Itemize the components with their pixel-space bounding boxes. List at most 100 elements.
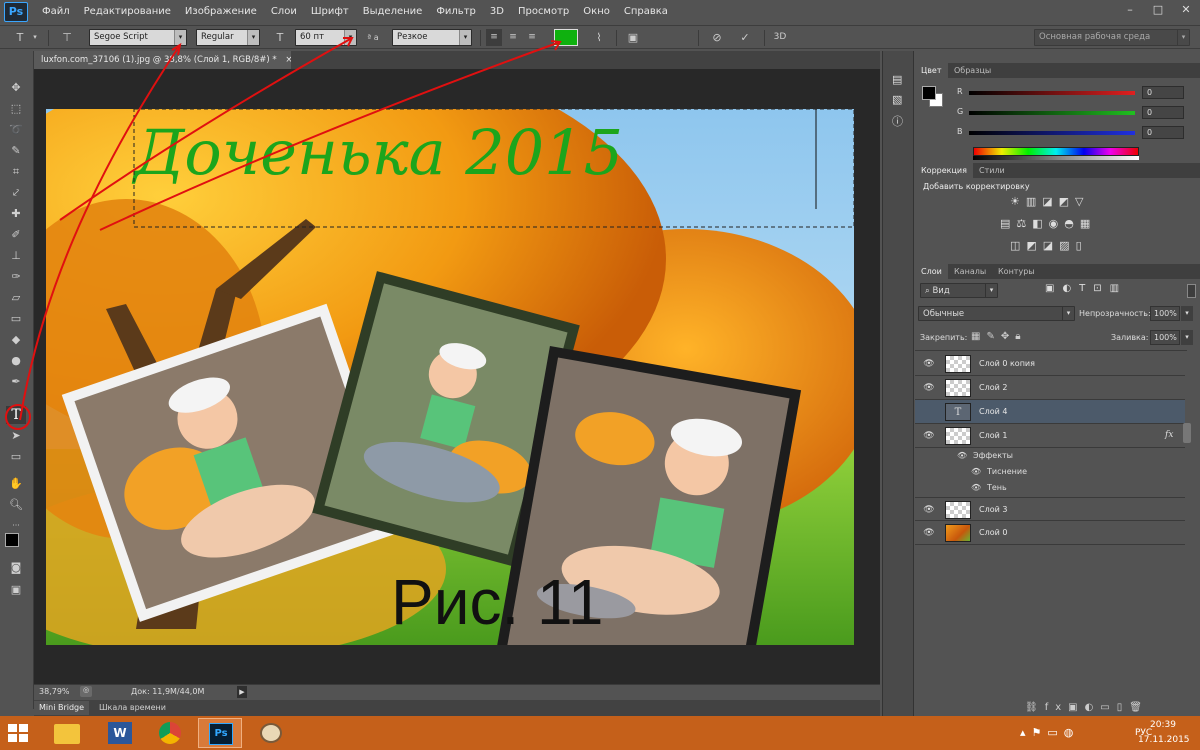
visibility-eye-icon[interactable]: 👁︎ xyxy=(923,504,935,516)
red-arrow-annotations xyxy=(19,37,562,421)
effect-row[interactable]: 👁︎ Тиснение xyxy=(915,465,1185,481)
fill-label: Заливка: xyxy=(1111,333,1149,342)
tab-mini-bridge[interactable]: Mini Bridge xyxy=(34,701,90,715)
tab-timeline[interactable]: Шкала времени xyxy=(94,701,171,715)
layer-row[interactable]: 👁︎ Слой 2 xyxy=(915,376,1185,400)
lock-icons[interactable]: ▦✎✥🔒︎ xyxy=(971,331,1027,342)
zoom-level[interactable]: 38,79% xyxy=(39,687,70,696)
layer-row[interactable]: 👁︎ Слой 1 fx xyxy=(915,424,1185,448)
opacity-chevron-icon[interactable]: ▾ xyxy=(1181,306,1193,321)
blend-mode-value: Обычные xyxy=(923,309,965,319)
taskbar-chrome[interactable] xyxy=(148,718,192,748)
g-value-field[interactable]: 0 xyxy=(1142,106,1184,119)
layer-name[interactable]: Слой 4 xyxy=(979,400,1007,424)
effect-eye-icon[interactable]: 👁︎ xyxy=(971,467,981,476)
fill-field[interactable]: 100% xyxy=(1150,330,1180,345)
folder-icon xyxy=(54,724,80,744)
layer-name[interactable]: Слой 0 копия xyxy=(979,352,1035,376)
canvas-area[interactable]: Доченька 2015 Рис. 11 xyxy=(19,37,880,684)
foreground-color-chip[interactable] xyxy=(922,86,936,100)
effect-eye-icon[interactable]: 👁︎ xyxy=(971,483,981,492)
taskbar-paint[interactable] xyxy=(248,718,292,748)
foreground-color-swatch[interactable] xyxy=(5,533,19,547)
layer-row[interactable]: 👁︎ Слой 3 xyxy=(915,497,1185,521)
layer-row[interactable]: 👁︎ Слой 0 копия xyxy=(915,352,1185,376)
status-options-icon[interactable]: ◎ xyxy=(80,686,92,697)
visibility-eye-icon[interactable]: 👁︎ xyxy=(923,382,935,394)
properties-panel-icon[interactable]: ▧ xyxy=(892,93,902,106)
minimize-button[interactable]: – xyxy=(1116,0,1144,18)
tab-adjustments[interactable]: Коррекция xyxy=(915,163,973,178)
quick-mask-icon[interactable]: ◙ xyxy=(6,559,26,577)
layers-scrollbar-thumb[interactable] xyxy=(1183,423,1191,443)
document-size: Док: 11,9M/44,0M xyxy=(131,687,205,696)
layer-row-selected[interactable]: T Слой 4 xyxy=(915,400,1185,424)
layer-action-icons[interactable]: ⛓fx▣◐▭▯🗑︎ xyxy=(1025,702,1149,713)
adjustment-icons-row-1[interactable]: ☀▥◪◩▽ xyxy=(1010,195,1090,208)
adjustments-heading: Добавить корректировку xyxy=(923,182,1030,191)
close-button[interactable]: ✕ xyxy=(1172,0,1200,18)
tray-icons[interactable]: ▴⚑▭◍ xyxy=(1020,726,1079,739)
word-icon: W xyxy=(108,722,132,744)
visibility-eye-icon[interactable]: 👁︎ xyxy=(923,527,935,539)
effects-label: Эффекты xyxy=(973,451,1013,460)
status-bar: 38,79% ◎ Док: 11,9M/44,0M ▶ xyxy=(34,684,880,699)
tab-channels[interactable]: Каналы xyxy=(948,264,992,279)
layer-name[interactable]: Слой 0 xyxy=(979,521,1007,545)
start-button[interactable] xyxy=(8,724,28,742)
tab-styles[interactable]: Стили xyxy=(973,163,1011,178)
taskbar-photoshop[interactable]: Ps xyxy=(198,718,242,748)
taskbar-explorer[interactable] xyxy=(44,718,88,748)
layer-name[interactable]: Слой 2 xyxy=(979,376,1007,400)
layers-panel-tabs: Слои Каналы Контуры xyxy=(915,264,1200,279)
visibility-eye-icon[interactable]: 👁︎ xyxy=(923,358,935,370)
paint-palette-icon xyxy=(260,723,282,743)
screen-mode-icon[interactable]: ▣ xyxy=(6,581,26,599)
spectrum-ramp[interactable] xyxy=(973,147,1139,156)
layer-name[interactable]: Слой 1 xyxy=(979,424,1007,448)
g-track[interactable] xyxy=(969,111,1135,115)
blend-mode-select[interactable]: Обычные ▾ xyxy=(918,306,1075,321)
layer-row[interactable]: 👁︎ Слой 0 xyxy=(915,521,1185,545)
layer-name[interactable]: Слой 3 xyxy=(979,498,1007,522)
visibility-eye-icon[interactable] xyxy=(923,406,935,418)
layer-thumbnail xyxy=(945,524,971,542)
layer-filter-icons[interactable]: ▣◐T⊡▥ xyxy=(1045,283,1127,294)
effects-eye-icon[interactable]: 👁︎ xyxy=(957,451,967,460)
clock-date[interactable]: 17.11.2015 xyxy=(1138,735,1190,745)
slider-g[interactable]: G 0 xyxy=(957,106,1187,121)
tab-layers[interactable]: Слои xyxy=(915,264,948,279)
visibility-eye-icon[interactable]: 👁︎ xyxy=(923,430,935,442)
tab-color[interactable]: Цвет xyxy=(915,63,948,78)
layer-filter-value: Вид xyxy=(932,286,950,296)
adjust-panel-tabs: Коррекция Стили xyxy=(915,163,1200,178)
tab-swatches[interactable]: Образцы xyxy=(948,63,997,78)
fx-badge[interactable]: fx xyxy=(1165,430,1173,440)
opacity-field[interactable]: 100% xyxy=(1150,306,1180,321)
b-value-field[interactable]: 0 xyxy=(1142,126,1184,139)
info-panel-icon[interactable]: ⓘ xyxy=(892,113,903,129)
slider-b[interactable]: B 0 xyxy=(957,126,1187,141)
effects-row[interactable]: 👁︎ Эффекты xyxy=(915,449,1185,465)
status-menu-arrow-icon[interactable]: ▶ xyxy=(237,686,247,698)
b-track[interactable] xyxy=(969,131,1135,135)
layer-thumbnail xyxy=(945,501,971,519)
fill-chevron-icon[interactable]: ▾ xyxy=(1181,330,1193,345)
workspace-select[interactable]: Основная рабочая среда ▾ xyxy=(1034,29,1190,46)
clock-time[interactable]: 20:39 xyxy=(1150,720,1176,730)
window-controls: – □ ✕ xyxy=(1116,0,1200,22)
maximize-button[interactable]: □ xyxy=(1144,0,1172,18)
tab-paths[interactable]: Контуры xyxy=(992,264,1041,279)
adjustment-icons-row-3[interactable]: ◫◩◪▨▯ xyxy=(1010,239,1088,252)
grayscale-ramp[interactable] xyxy=(973,156,1139,160)
taskbar-word[interactable]: W xyxy=(98,718,142,748)
history-panel-icon[interactable]: ▤ xyxy=(892,73,902,86)
adjustment-icons-row-2[interactable]: ▤⚖◧◉◓▦ xyxy=(1000,217,1096,230)
filter-toggle-switch[interactable] xyxy=(1187,284,1196,298)
r-track[interactable] xyxy=(969,91,1135,95)
slider-r[interactable]: R 0 xyxy=(957,86,1187,101)
layer-filter-select[interactable]: ⌕ Вид ▾ xyxy=(920,283,998,298)
r-value-field[interactable]: 0 xyxy=(1142,86,1184,99)
channel-label: B xyxy=(957,127,963,136)
effect-row[interactable]: 👁︎ Тень xyxy=(915,481,1185,497)
